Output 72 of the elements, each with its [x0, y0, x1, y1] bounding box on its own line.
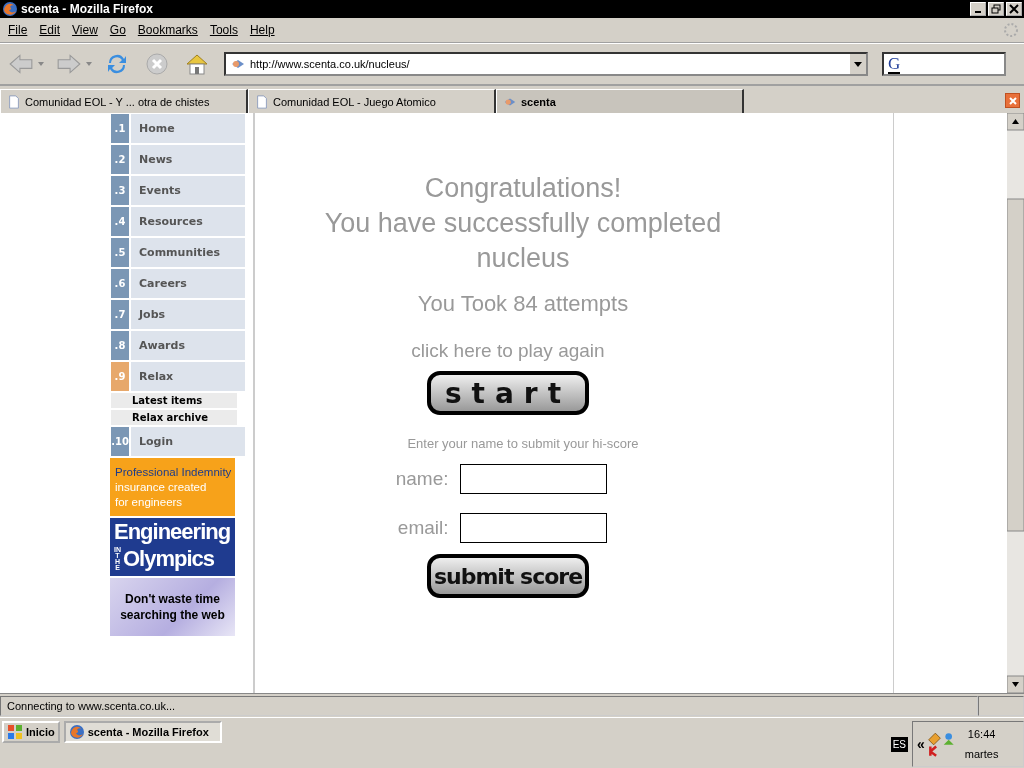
window-title: scenta - Mozilla Firefox: [21, 2, 155, 16]
nav-link[interactable]: News: [131, 145, 245, 174]
nav-link[interactable]: Relax: [131, 362, 245, 391]
nav-number: .1: [111, 114, 129, 143]
attempts-text: You Took 84 attempts: [417, 291, 629, 317]
stop-icon[interactable]: [144, 52, 170, 76]
nav-number: .2: [111, 145, 129, 174]
menu-item[interactable]: File: [2, 23, 34, 37]
start-button[interactable]: Inicio: [2, 721, 60, 743]
browser-tab[interactable]: Comunidad EOL - Juego Atomico: [248, 89, 496, 113]
nav-number: .4: [111, 207, 129, 236]
nav-number: .7: [111, 300, 129, 329]
firefox-icon: [68, 724, 85, 740]
submit-score-button[interactable]: submit score: [427, 554, 589, 598]
nav-link[interactable]: Jobs: [131, 300, 245, 329]
nav-number: .6: [111, 269, 129, 298]
nav-link[interactable]: Events: [131, 176, 245, 205]
clock-day: martes: [964, 748, 999, 760]
nav-link[interactable]: Login: [131, 427, 245, 456]
nav-link[interactable]: Home: [131, 114, 245, 143]
nav-number: .10: [111, 427, 129, 456]
input-field[interactable]: [459, 464, 607, 494]
clock-time: 16:44: [967, 728, 996, 740]
nav-link[interactable]: Communities: [131, 238, 245, 267]
home-icon[interactable]: [184, 52, 210, 76]
ad-banner[interactable]: Professional Indemnity insurance created for engineers: [110, 458, 235, 516]
throbber-icon: [1003, 22, 1019, 38]
menu-item[interactable]: View: [66, 23, 104, 37]
minimize-button[interactable]: [970, 2, 986, 16]
nav-number: .9: [111, 362, 129, 391]
browser-tab[interactable]: Comunidad EOL - Y ... otra de chistes: [0, 89, 248, 113]
menu-item[interactable]: Help: [243, 23, 281, 37]
taskbar-button[interactable]: scenta - Mozilla Firefox: [63, 721, 222, 743]
show-hidden-icons-button[interactable]: «: [917, 736, 925, 752]
field-label: name:: [394, 468, 449, 490]
start-button[interactable]: start: [427, 371, 589, 415]
browser-tab[interactable]: scenta: [496, 89, 744, 113]
close-button[interactable]: [1006, 2, 1022, 16]
windows-logo-icon: [7, 724, 23, 740]
search-field[interactable]: G: [882, 52, 1006, 76]
sub-nav-link[interactable]: Latest items: [111, 393, 237, 408]
field-label: email:: [396, 517, 449, 539]
language-indicator[interactable]: ES: [890, 737, 908, 752]
nav-link[interactable]: Careers: [131, 269, 245, 298]
scrollbar[interactable]: [1007, 113, 1024, 693]
menu-item[interactable]: Tools: [203, 23, 244, 37]
congratulations-heading: Congratulations! You have successfully completed nucleus: [324, 172, 722, 275]
status-text: Connecting to www.scenta.co.uk...: [0, 695, 978, 716]
close-icon: [1009, 4, 1019, 14]
sub-nav-link[interactable]: Relax archive: [111, 410, 237, 425]
prompt-text: Enter your name to submit your hi-score: [407, 436, 639, 451]
nav-number: .3: [111, 176, 129, 205]
menu-item[interactable]: Go: [103, 23, 132, 37]
restore-icon: [991, 4, 1001, 14]
ad-banner[interactable]: Don't waste time searching the web: [110, 578, 235, 636]
nav-number: .5: [111, 238, 129, 267]
nav-link[interactable]: Resources: [131, 207, 245, 236]
restore-button[interactable]: [988, 2, 1004, 16]
menu-item[interactable]: Bookmarks: [131, 23, 204, 37]
close-tab-button[interactable]: [1005, 93, 1020, 108]
page-icon: [255, 94, 269, 109]
firefox-icon: [2, 1, 18, 17]
nav-link[interactable]: Awards: [131, 331, 245, 360]
close-icon: [1006, 94, 1019, 107]
page-icon: [7, 94, 21, 109]
input-field[interactable]: [459, 513, 607, 543]
nav-number: .8: [111, 331, 129, 360]
minimize-icon: [975, 11, 981, 13]
dropdown-icon[interactable]: [850, 54, 866, 74]
menu-item[interactable]: Edit: [33, 23, 67, 37]
search-engine-selector[interactable]: G: [888, 54, 901, 74]
address-field[interactable]: http://www.scenta.co.uk/nucleus/: [224, 52, 868, 76]
